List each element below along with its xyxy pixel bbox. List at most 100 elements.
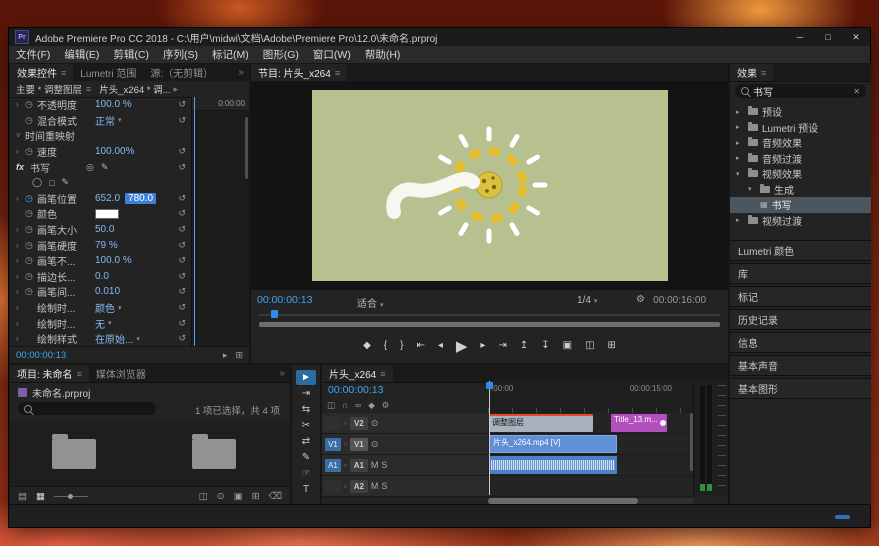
maximize-button[interactable]: □ [814,28,842,46]
panel-menu-icon[interactable]: ≡ [61,68,66,78]
chevron-down-icon[interactable]: ▾ [136,335,140,343]
clip-title[interactable]: Title_13.m... [611,414,667,432]
menu-graphics[interactable]: 图形(G) [256,47,306,62]
master-clip-label[interactable]: 主要 * 调整图层 [16,82,82,96]
source-patch-badge[interactable] [325,417,341,430]
stopwatch-icon[interactable]: ◷ [25,240,37,251]
tree-item-presets[interactable]: ▸ 预设 [730,104,871,120]
panel-tab-lumetri-color[interactable]: Lumetri 颜色 [730,240,871,261]
comparison-view-icon[interactable]: ◫ [585,340,594,351]
param-value[interactable]: 正常 [95,113,115,128]
panel-tab-info[interactable]: 信息 [730,332,871,353]
reset-icon[interactable]: ↺ [178,193,186,204]
tab-effects[interactable]: 效果 ≡ [730,64,773,81]
automate-to-sequence-icon[interactable]: ◫ [199,491,208,502]
chevron-right-icon[interactable]: › [16,225,25,234]
project-bin-area[interactable] [10,421,290,487]
reset-icon[interactable]: ↺ [178,115,186,126]
menu-sequence[interactable]: 序列(S) [156,47,205,62]
effect-controls-scrollbar[interactable] [245,117,248,179]
step-back-icon[interactable]: ◂ [438,340,443,351]
new-bin-icon[interactable]: ▣ [234,491,243,502]
param-value[interactable]: 0.0 [95,271,109,282]
param-row-brush-opacity[interactable]: › ◷ 画笔不... 100.0 % ↺ [10,253,191,269]
lock-icon[interactable]: ▫ [344,482,347,491]
reset-icon[interactable]: ↺ [178,318,186,329]
chevron-right-icon[interactable]: › [16,272,25,281]
hand-tool[interactable]: ☞ [296,466,316,481]
tree-item-write-on-selected[interactable]: ▦ 书写 [730,197,871,213]
effect-row-write-on[interactable]: fx 书写 ◎ ✎ ↺ [10,159,191,175]
bin-folder-icon[interactable] [192,439,236,469]
param-value[interactable]: 100.0 % [95,99,132,110]
extract-icon[interactable]: ↧ [541,340,549,351]
mini-timeline-playhead[interactable] [194,97,195,347]
play-only-icon[interactable]: ▸ [223,350,228,361]
chevron-right-icon[interactable]: › [16,319,25,328]
reset-icon[interactable]: ↺ [178,99,186,110]
track-target-button[interactable]: V1 [350,438,368,451]
fit-dropdown[interactable]: 适合▾ [357,295,384,310]
param-value[interactable]: 50.0 [95,224,114,235]
menu-help[interactable]: 帮助(H) [358,47,408,62]
resolution-dropdown[interactable]: 1/4▾ [577,295,597,306]
pen-icon[interactable]: ✎ [101,162,109,173]
slip-tool[interactable]: ⇄ [296,434,316,449]
reset-icon[interactable]: ↺ [178,271,186,282]
param-row-opacity[interactable]: › ◷ 不透明度 100.0 % ↺ [10,97,191,113]
go-to-in-icon[interactable]: ⇤ [416,340,424,351]
chevron-right-icon[interactable]: ▸ [736,139,744,147]
chevron-down-icon[interactable]: ˅ [16,131,25,140]
stopwatch-icon[interactable]: ◷ [25,255,37,266]
track-a2-header[interactable]: ▫ A2 M S [322,476,489,496]
program-canvas[interactable] [312,90,668,281]
program-playhead[interactable] [271,310,278,318]
program-timecode[interactable]: 00:00:00:13 [257,294,312,306]
solo-button[interactable]: S [381,481,387,491]
timeline-vertical-scrollbar[interactable] [690,413,693,471]
reset-icon[interactable]: ↺ [178,302,186,313]
chevron-right-icon[interactable]: ▸ [736,123,744,131]
reset-icon[interactable]: ↺ [178,240,186,251]
stopwatch-icon-active[interactable]: ◷ [25,193,37,204]
panel-tab-libraries[interactable]: 库 [730,263,871,284]
lift-icon[interactable]: ↥ [520,340,528,351]
add-marker-icon[interactable]: ◆ [363,340,371,351]
list-view-icon[interactable]: ▤ [18,491,27,502]
param-row-paint-style[interactable]: › 绘制样式 在原始... ▾ ↺ [10,331,191,347]
chevron-down-icon[interactable]: ▾ [736,170,744,178]
tree-item-audio-transitions[interactable]: ▸ 音频过渡 [730,151,871,167]
param-row-paint-time[interactable]: › 绘制时... 无 ▾ ↺ [10,315,191,331]
stopwatch-icon[interactable]: ◷ [25,286,37,297]
chevron-right-icon[interactable]: › [16,100,25,109]
source-patch-badge[interactable]: V1 [325,438,341,451]
ripple-edit-tool[interactable]: ⇆ [296,402,316,417]
param-row-blend-mode[interactable]: ◷ 混合模式 正常 ▾ ↺ [10,113,191,129]
panel-menu-icon[interactable]: ≡ [761,68,766,78]
tab-media-browser[interactable]: 媒体浏览器 [89,365,153,382]
chevron-down-icon[interactable]: ▾ [748,185,756,193]
mark-out-icon[interactable]: } [400,340,403,351]
solo-button[interactable]: S [381,460,387,470]
tab-overflow-icon[interactable]: » [233,64,249,81]
tab-effect-controls[interactable]: 效果控件 ≡ [10,64,73,81]
chevron-right-icon[interactable]: › [16,241,25,250]
param-value[interactable]: 0.010 [95,286,120,297]
linked-selection-icon[interactable]: ∞ [355,400,361,411]
chevron-right-icon[interactable]: › [16,147,25,156]
snap-icon[interactable]: ∩ [342,400,348,411]
panel-tab-essential-graphics[interactable]: 基本图形 [730,378,871,399]
stopwatch-icon[interactable]: ◷ [25,208,37,219]
chevron-right-icon[interactable]: › [16,334,25,343]
param-value-x[interactable]: 652.0 [95,193,120,204]
stopwatch-icon[interactable]: ◷ [25,99,37,110]
tree-item-lumetri-presets[interactable]: ▸ Lumetri 预设 [730,120,871,136]
chevron-down-icon[interactable]: ▾ [108,319,112,327]
mark-in-icon[interactable]: { [384,340,387,351]
reset-icon[interactable]: ↺ [178,162,186,173]
thumbnail-zoom-slider[interactable] [54,496,88,497]
effect-controls-timecode[interactable]: 00:00:00:13 [16,350,66,361]
tab-sequence[interactable]: 片头_x264 ≡ [322,365,393,382]
param-row-paint-time-properties[interactable]: › 绘制时... 颜色 ▾ ↺ [10,300,191,316]
tab-overflow-icon[interactable]: » [274,365,290,382]
